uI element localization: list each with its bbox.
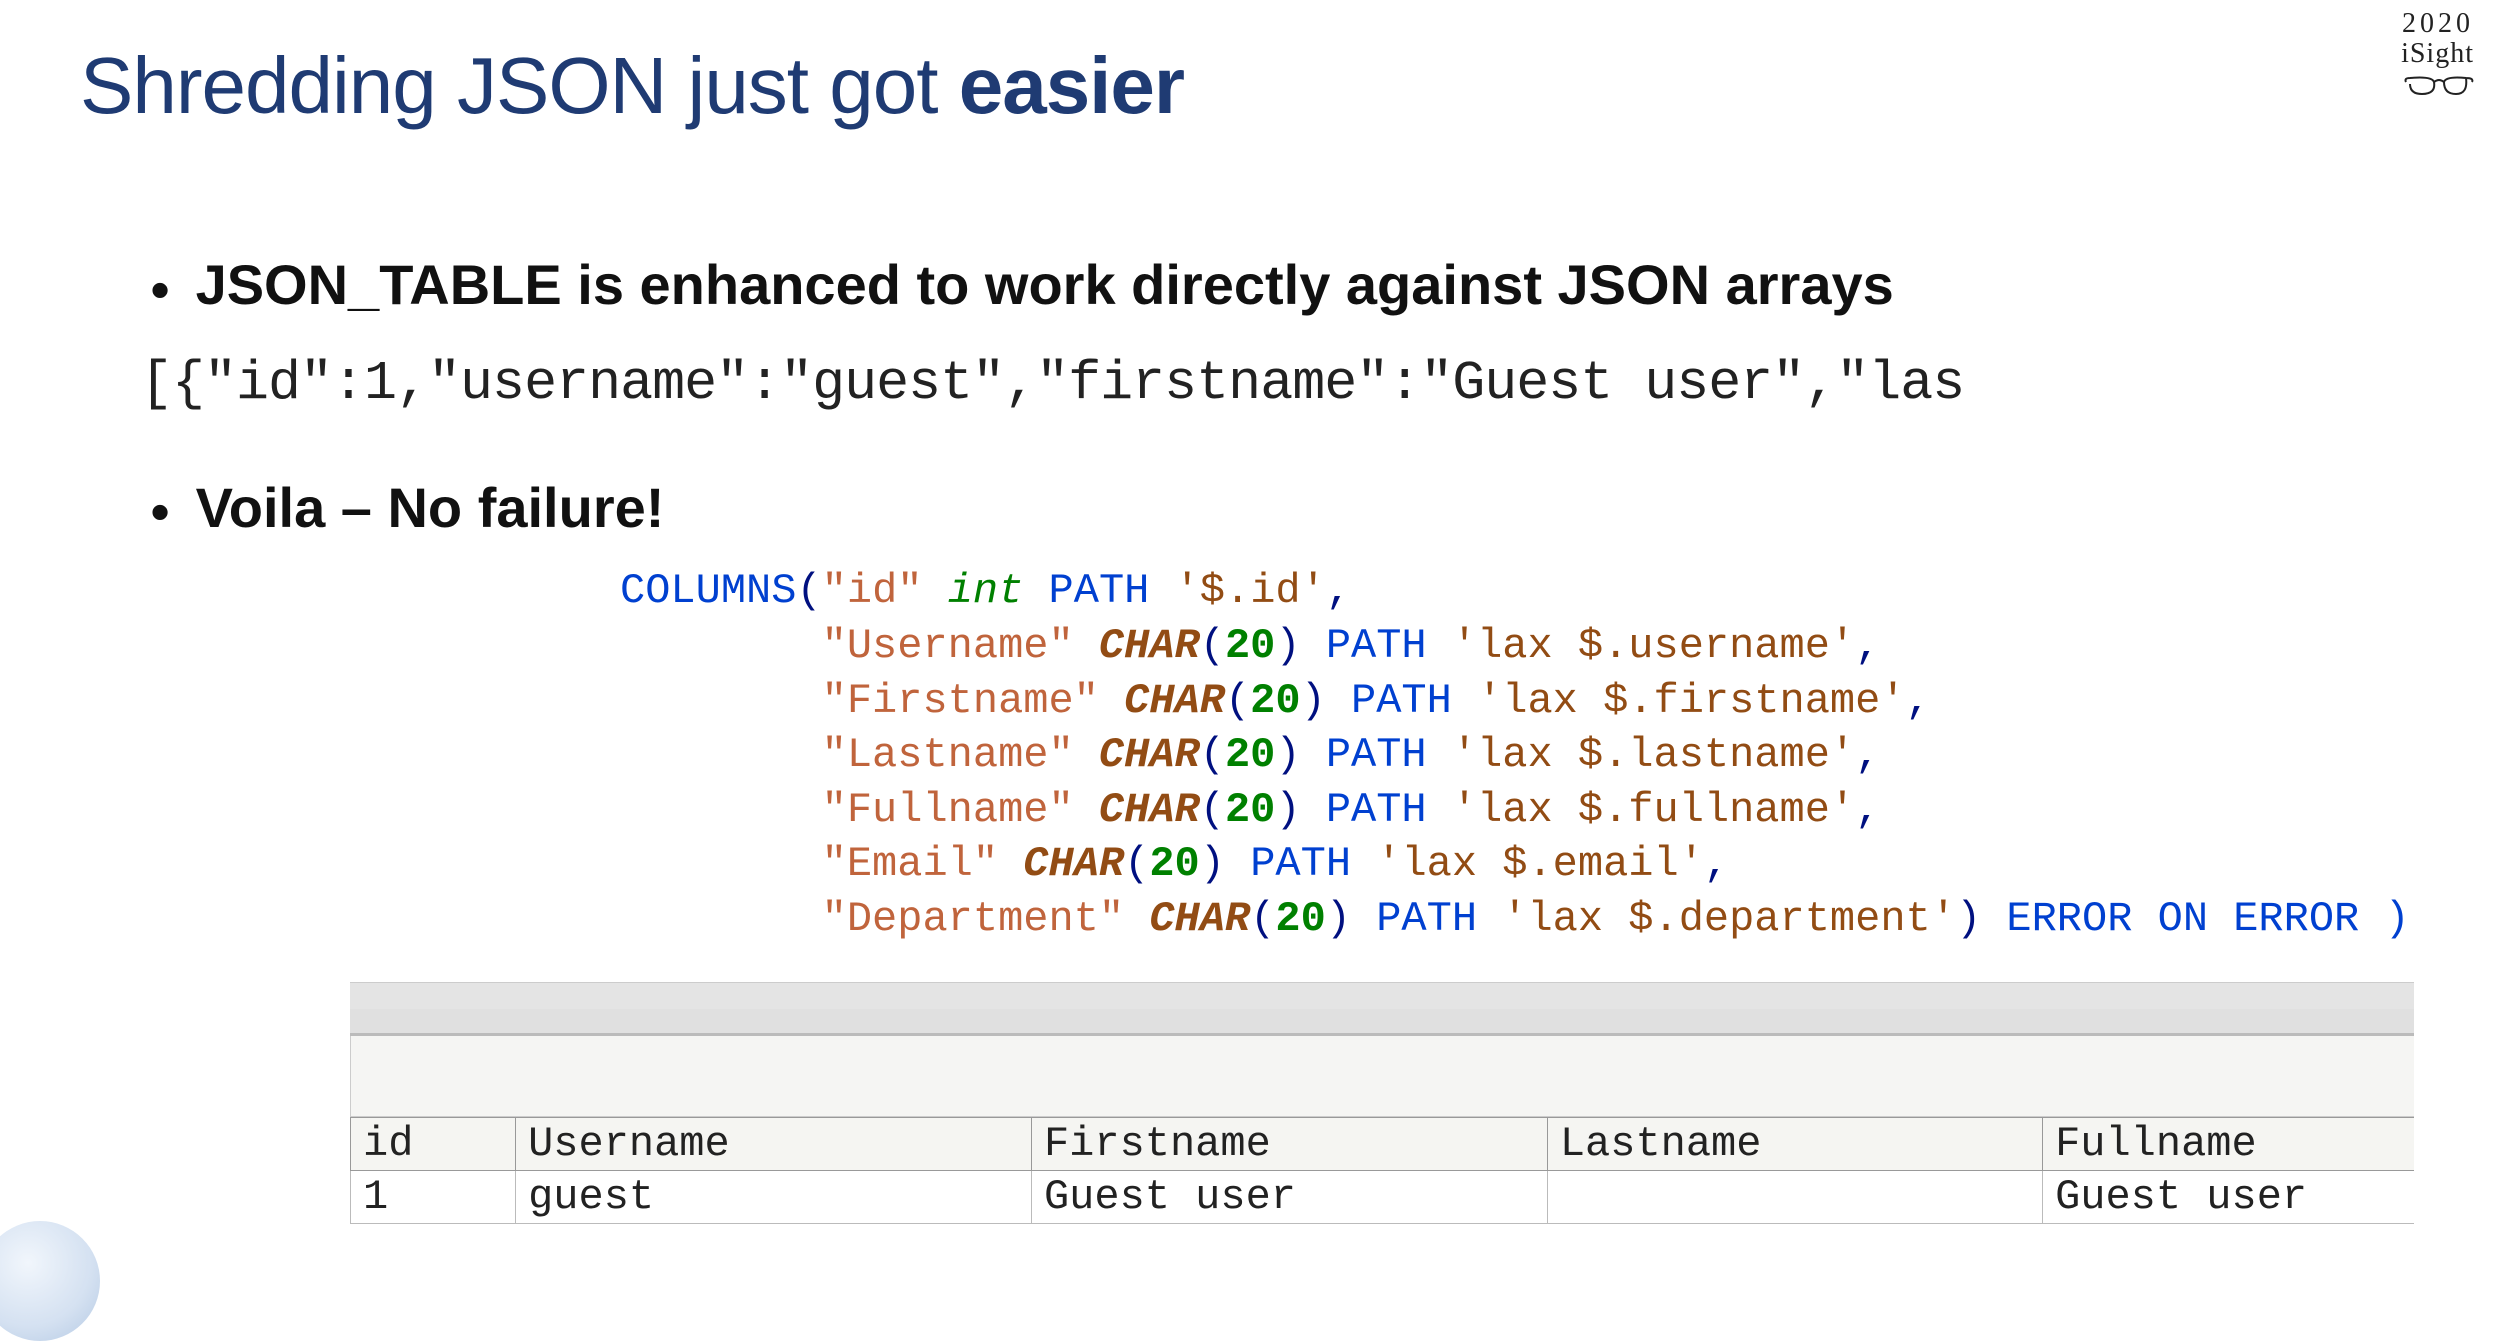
results-panel: idUsernameFirstnameLastnameFullname1gues…	[350, 982, 2414, 1224]
title-bold: easier	[959, 41, 1184, 130]
bullet-dot: •	[140, 257, 180, 322]
toolbar-band-bottom	[350, 1009, 2414, 1036]
table-header: Firstname	[1031, 1117, 1547, 1170]
table-header: Lastname	[1547, 1117, 2042, 1170]
json-sample: [{"id":1,"username":"guest","firstname":…	[140, 352, 2414, 415]
table-header: Username	[516, 1117, 1032, 1170]
results-spacer	[350, 1036, 2414, 1117]
table-row: 1guestGuest user Guest user	[351, 1170, 2415, 1223]
slide-title: Shredding JSON just got easier	[80, 40, 2414, 132]
table-header-row: idUsernameFirstnameLastnameFullname	[351, 1117, 2415, 1170]
watermark-icon	[0, 1221, 100, 1341]
glasses-icon	[2404, 72, 2474, 96]
table-cell	[1547, 1170, 2042, 1223]
toolbar-band-top	[350, 982, 2414, 1009]
logo-name: iSight	[2401, 40, 2474, 68]
table-header: Fullname	[2043, 1117, 2414, 1170]
code-block: COLUMNS("id" int PATH '$.id', "Username"…	[620, 564, 2414, 946]
table-cell: 1	[351, 1170, 516, 1223]
bullet-1-text: JSON_TABLE is enhanced to work directly …	[196, 253, 1894, 316]
table-cell: guest	[516, 1170, 1032, 1223]
table-header: id	[351, 1117, 516, 1170]
bullet-1: • JSON_TABLE is enhanced to work directl…	[140, 252, 2414, 322]
table-cell: Guest user	[1031, 1170, 1547, 1223]
bullet-2-text: Voila – No failure!	[196, 476, 665, 539]
title-prefix: Shredding JSON just got	[80, 41, 959, 130]
results-table: idUsernameFirstnameLastnameFullname1gues…	[350, 1117, 2414, 1224]
table-cell: Guest user	[2043, 1170, 2414, 1223]
logo-year: 2020	[2401, 10, 2474, 38]
bullet-dot: •	[140, 479, 180, 544]
bullet-2: • Voila – No failure!	[140, 475, 2414, 545]
event-logo: 2020 iSight	[2401, 10, 2474, 96]
